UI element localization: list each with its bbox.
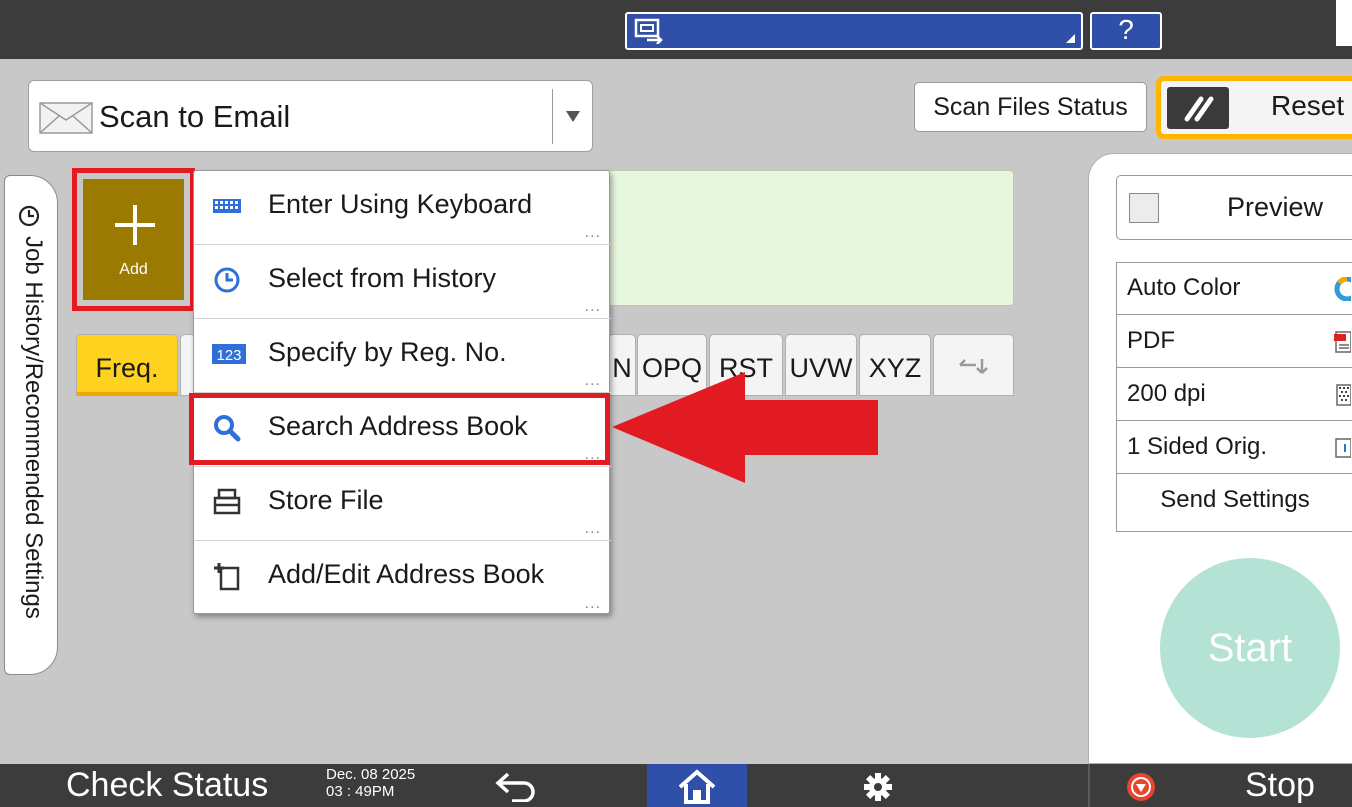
setting-original-sides[interactable]: 1 Sided Orig. — [1117, 422, 1352, 474]
scan-settings-summary: Auto Color PDF 200 dpi 1 Sided Orig. Sen… — [1116, 262, 1352, 532]
stop-icon[interactable] — [1126, 772, 1156, 802]
destination-list-area[interactable] — [600, 170, 1014, 306]
plus-icon — [115, 205, 155, 245]
preview-label: Preview — [1227, 192, 1324, 222]
side-tab-label: Job History/Recommended Settings — [20, 236, 47, 619]
menu-item-enter-keyboard[interactable]: Enter Using Keyboard ... — [194, 171, 611, 245]
pointer-arrow-icon — [612, 372, 878, 483]
screen-switch-button[interactable] — [625, 12, 1083, 50]
setting-label: Auto Color — [1127, 274, 1241, 301]
tab-switch-arrows[interactable] — [933, 334, 1014, 396]
reset-button[interactable]: Reset — [1156, 76, 1352, 139]
setting-file-type[interactable]: PDF — [1117, 316, 1352, 368]
menu-item-label: Add/Edit Address Book — [268, 559, 545, 589]
bottom-bar-divider — [1088, 764, 1090, 807]
date-text: Dec. 08 2025 — [326, 766, 416, 783]
clock-icon — [18, 205, 40, 227]
menu-item-store-file[interactable]: Store File ... — [194, 467, 611, 541]
one-sided-icon — [1335, 438, 1351, 458]
dropdown-divider — [552, 89, 553, 144]
start-button[interactable]: Start — [1160, 558, 1340, 738]
time-text: 03 : 49PM — [326, 783, 395, 800]
setting-color-mode[interactable]: Auto Color — [1117, 263, 1352, 315]
add-button-face: Add — [83, 179, 184, 300]
menu-item-specify-reg-no[interactable]: 123 Specify by Reg. No. ... — [194, 319, 611, 393]
more-indicator: ... — [584, 224, 601, 241]
resize-corner-icon — [1066, 34, 1075, 43]
send-settings-label: Send Settings — [1160, 486, 1310, 513]
home-icon — [678, 769, 716, 804]
back-arrow-icon[interactable] — [494, 770, 540, 802]
reset-icon — [1167, 87, 1229, 129]
menu-item-label: Select from History — [268, 263, 497, 293]
chevron-down-icon[interactable] — [566, 111, 580, 122]
keyboard-icon — [213, 199, 241, 213]
more-indicator: ... — [584, 446, 601, 463]
more-indicator: ... — [584, 372, 601, 389]
auto-color-icon — [1334, 277, 1351, 301]
check-status-button[interactable]: Check Status — [66, 766, 268, 805]
home-button[interactable] — [647, 764, 747, 807]
menu-item-select-history[interactable]: Select from History ... — [194, 245, 611, 319]
more-indicator: ... — [584, 520, 601, 537]
menu-item-search-address-book[interactable]: Search Address Book ... — [194, 393, 611, 467]
app-selector-label: Scan to Email — [99, 99, 291, 134]
reset-label: Reset — [1271, 90, 1345, 121]
email-envelope-icon — [39, 102, 93, 134]
number-123-icon: 123 — [212, 344, 246, 364]
more-indicator: ... — [584, 298, 601, 315]
job-history-side-tab[interactable]: Job History/Recommended Settings — [4, 175, 58, 675]
bottom-system-bar: Check Status Dec. 08 2025 03 : 49PM Stop — [0, 764, 1352, 807]
top-status-bar: ? — [0, 0, 1352, 59]
preview-checkbox[interactable] — [1129, 193, 1159, 223]
scan-files-status-button[interactable]: Scan Files Status — [914, 82, 1147, 132]
menu-item-label: Store File — [268, 485, 384, 515]
stop-button[interactable]: Stop — [1245, 766, 1315, 805]
add-destination-button[interactable]: Add — [72, 168, 195, 311]
setting-resolution[interactable]: 200 dpi — [1117, 369, 1352, 421]
menu-item-label: Enter Using Keyboard — [268, 189, 533, 219]
add-edit-address-icon — [214, 563, 240, 591]
resolution-icon — [1336, 384, 1351, 406]
store-file-icon — [213, 488, 241, 515]
screen-switch-icon — [634, 18, 663, 44]
app-selector-dropdown[interactable]: Scan to Email — [28, 80, 593, 152]
add-destination-menu: Enter Using Keyboard ... Select from His… — [193, 170, 611, 615]
date-time-display: Dec. 08 2025 03 : 49PM — [326, 766, 415, 800]
setting-label: 200 dpi — [1127, 380, 1206, 407]
history-clock-icon — [214, 267, 240, 293]
menu-item-add-edit-address-book[interactable]: Add/Edit Address Book ... — [194, 541, 611, 615]
svg-text:123: 123 — [216, 347, 241, 364]
swap-arrows-icon — [958, 359, 988, 374]
more-indicator: ... — [584, 595, 601, 612]
tab-freq[interactable]: Freq. — [76, 334, 178, 396]
search-icon — [214, 415, 241, 442]
top-right-indicator — [1336, 0, 1352, 46]
send-settings-button[interactable]: Send Settings — [1117, 475, 1352, 531]
menu-item-label: Search Address Book — [268, 411, 528, 441]
add-button-label: Add — [119, 261, 148, 278]
help-button[interactable]: ? — [1090, 12, 1162, 50]
menu-item-label: Specify by Reg. No. — [268, 337, 507, 367]
preview-toggle[interactable]: Preview — [1116, 175, 1352, 240]
setting-label: 1 Sided Orig. — [1127, 433, 1268, 460]
setting-label: PDF — [1127, 327, 1175, 354]
pdf-icon — [1334, 331, 1351, 353]
gear-icon[interactable] — [863, 772, 893, 802]
